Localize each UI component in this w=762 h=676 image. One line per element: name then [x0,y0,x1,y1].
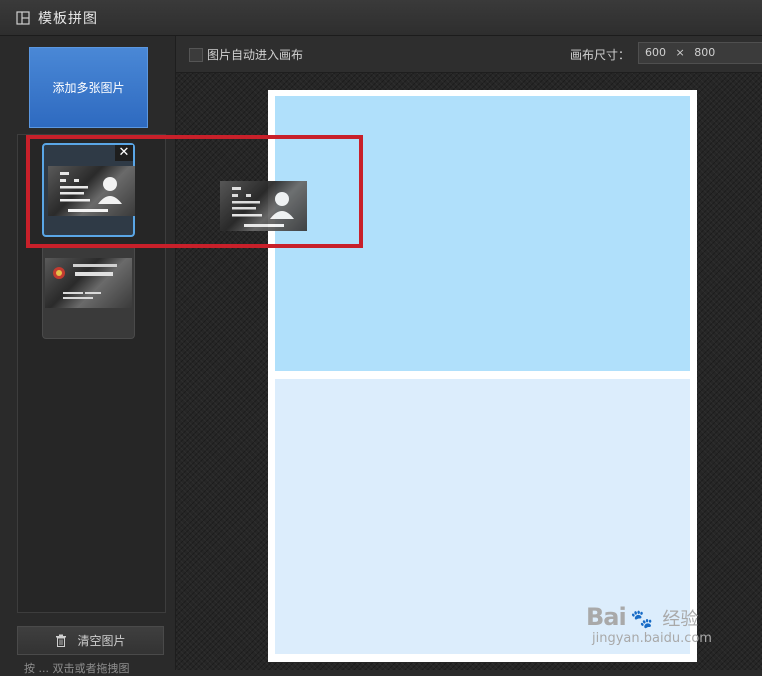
canvas-size-select[interactable]: 600 × 800 [638,42,762,64]
clear-images-button[interactable]: 清空图片 [17,626,164,655]
watermark-url: jingyan.baidu.com [592,631,712,646]
watermark-logo: Bai [586,603,627,631]
paw-icon: 🐾 [630,609,654,630]
annotation-highlight-box [26,135,363,248]
auto-enter-label[interactable]: 图片自动进入画布 [207,46,303,63]
clear-images-label: 清空图片 [77,634,126,648]
canvas-size-x: × [675,46,685,59]
id-card-front-image [45,258,132,308]
thumbnail-id-card-front[interactable] [42,245,135,339]
canvas-toolbar: 图片自动进入画布 画布尺寸： 600 × 800 [176,36,762,73]
watermark-logo-suffix: 经验 [662,609,699,630]
canvas-height-value: 800 [694,46,716,59]
canvas-width-value: 600 [645,46,666,59]
trash-icon [56,634,67,647]
canvas-size-label: 画布尺寸： [570,48,631,62]
hint-text: 按 ... 双击或者拖拽图 [24,662,130,675]
title-bar: 模板拼图 [0,0,762,36]
baidu-watermark: Bai 🐾 经验 jingyan.baidu.com [586,603,726,657]
window-title: 模板拼图 [38,10,98,27]
layout-grid-icon [16,10,30,25]
sidebar: 添加多张图片 ✕ 清空图片 按 ... 双击或者拖拽图 [0,36,176,675]
add-images-button[interactable]: 添加多张图片 [29,47,148,128]
auto-enter-checkbox[interactable] [189,48,203,62]
